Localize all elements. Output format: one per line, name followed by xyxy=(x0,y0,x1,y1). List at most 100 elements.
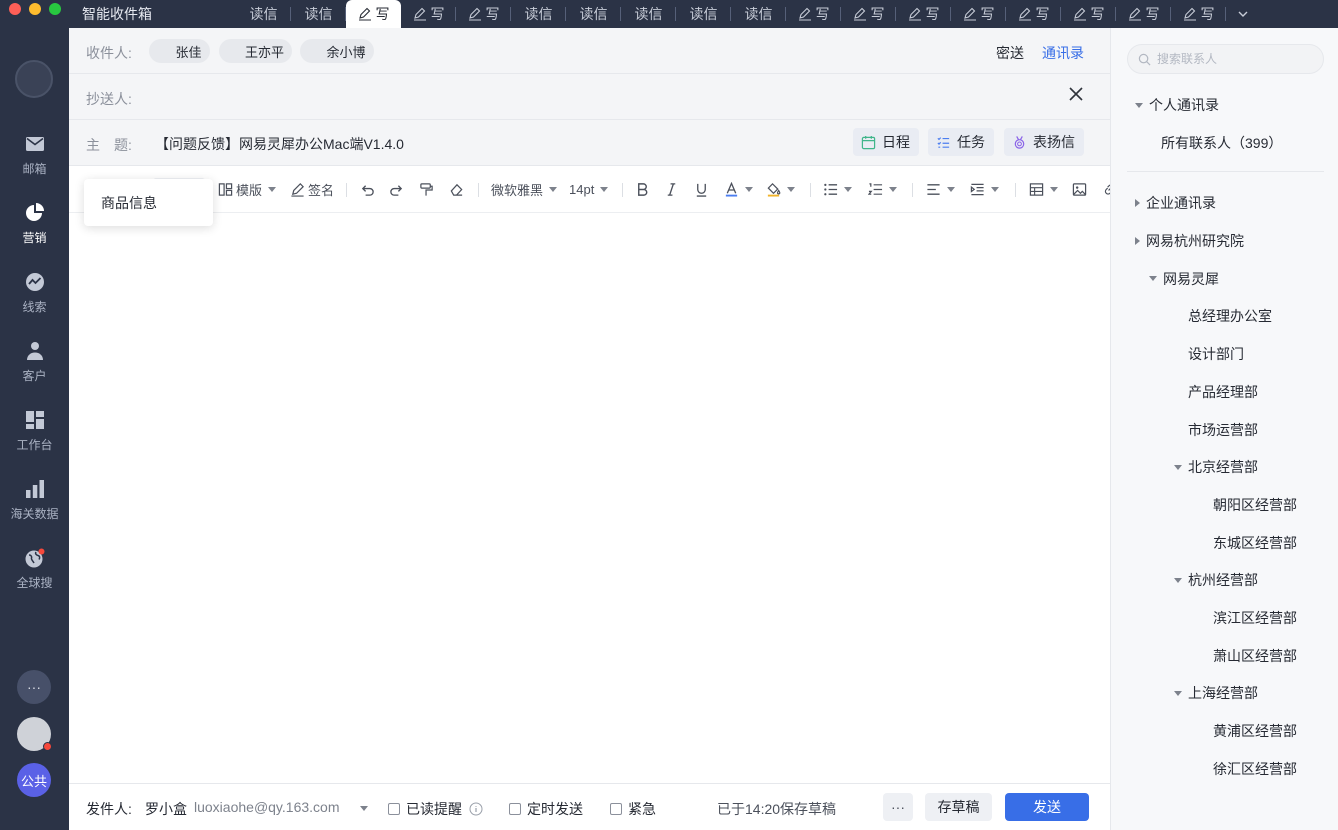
nav-item-globe[interactable]: 全球搜 xyxy=(0,547,69,603)
contact-tree-node[interactable]: 滨江区经营部 xyxy=(1213,608,1297,628)
recipient-chip[interactable]: 余小博 xyxy=(300,39,374,63)
account-avatar[interactable] xyxy=(15,60,53,98)
contact-tree-node[interactable]: 设计部门 xyxy=(1188,344,1244,364)
contact-search-input[interactable] xyxy=(1157,52,1317,66)
scheduled-send-option[interactable]: 定时发送 xyxy=(509,799,583,819)
read-receipt-option[interactable]: 已读提醒 xyxy=(388,799,483,819)
tab-compose[interactable]: 写 xyxy=(1061,0,1116,28)
tab-read[interactable]: 读信 xyxy=(511,0,566,28)
italic-button[interactable] xyxy=(664,178,679,200)
tab-read[interactable]: 读信 xyxy=(236,0,291,28)
tab-label: 写 xyxy=(1200,6,1215,22)
nav-item-bar-chart[interactable]: 海关数据 xyxy=(0,478,69,534)
tab-read[interactable]: 读信 xyxy=(566,0,621,28)
nav-item-mail[interactable]: 邮箱 xyxy=(0,133,69,189)
bullet-list-button[interactable] xyxy=(823,178,852,200)
undo-button[interactable] xyxy=(360,178,375,200)
recipient-chip[interactable]: 张佳 xyxy=(149,39,210,63)
nav-item-trend[interactable]: 线索 xyxy=(0,271,69,327)
tab-read[interactable]: 读信 xyxy=(621,0,676,28)
contact-tree-node[interactable]: 北京经营部 xyxy=(1174,457,1258,477)
contact-tree-node[interactable]: 上海经营部 xyxy=(1174,683,1258,703)
bcc-link[interactable]: 密送 xyxy=(996,43,1024,63)
contact-tree-node[interactable]: 网易杭州研究院 xyxy=(1135,231,1244,251)
contact-tree-node[interactable]: 萧山区经营部 xyxy=(1213,646,1297,666)
app-title[interactable]: 智能收件箱 xyxy=(82,4,152,24)
address-book-link[interactable]: 通讯录 xyxy=(1042,43,1084,63)
tab-compose[interactable]: 写 xyxy=(1006,0,1061,28)
urgent-option[interactable]: 紧急 xyxy=(610,799,656,819)
contact-tree-node[interactable]: 产品经理部 xyxy=(1188,382,1258,402)
minimize-window-button[interactable] xyxy=(29,3,41,15)
signature-button[interactable]: 签名 xyxy=(290,178,334,200)
bold-button[interactable] xyxy=(635,178,650,200)
tab-compose[interactable]: 写 xyxy=(786,0,841,28)
tab-compose[interactable]: 写 xyxy=(1116,0,1171,28)
menu-item-product-info[interactable]: 商品信息 xyxy=(101,193,157,213)
scheduled-send-checkbox[interactable] xyxy=(509,803,521,815)
nav-item-customer[interactable]: 客户 xyxy=(0,340,69,396)
format-painter-button[interactable] xyxy=(419,178,434,200)
save-draft-button[interactable]: 存草稿 xyxy=(925,793,992,821)
enterprise-contacts-group[interactable]: 企业通讯录 xyxy=(1135,193,1216,213)
font-size-select[interactable]: 14pt xyxy=(569,178,609,200)
underline-button[interactable] xyxy=(694,178,709,200)
tab-compose[interactable]: 写 xyxy=(951,0,1006,28)
close-icon[interactable] xyxy=(1068,86,1084,102)
recipient-chip[interactable]: 王亦平 xyxy=(219,39,292,63)
redo-button[interactable] xyxy=(389,178,404,200)
schedule-button[interactable]: 日程 xyxy=(853,128,919,156)
nav-more-button[interactable]: ··· xyxy=(17,670,51,704)
align-button[interactable] xyxy=(926,178,955,200)
zoom-window-button[interactable] xyxy=(49,3,61,15)
numbered-list-button[interactable] xyxy=(868,178,897,200)
tab-compose[interactable]: 写 xyxy=(456,0,511,28)
contact-tree-node[interactable]: 总经理办公室 xyxy=(1188,306,1272,326)
footer-more-button[interactable]: ··· xyxy=(883,793,913,821)
font-family-select[interactable]: 微软雅黑 xyxy=(491,178,558,200)
contact-tree-node[interactable]: 朝阳区经营部 xyxy=(1213,495,1297,515)
public-mailbox-button[interactable]: 公共 xyxy=(17,763,51,797)
contact-tree-node[interactable]: 杭州经营部 xyxy=(1174,570,1258,590)
contact-search[interactable] xyxy=(1127,44,1324,74)
font-color-button[interactable] xyxy=(724,178,753,200)
tab-read[interactable]: 读信 xyxy=(731,0,786,28)
tab-compose[interactable]: 写 xyxy=(401,0,456,28)
contact-tree-node[interactable]: 网易灵犀 xyxy=(1149,269,1219,289)
send-button[interactable]: 发送 xyxy=(1005,793,1089,821)
urgent-checkbox[interactable] xyxy=(610,803,622,815)
all-contacts-item[interactable]: 所有联系人（399） xyxy=(1161,133,1282,153)
sender-email[interactable]: luoxiaohe@qy.163.com xyxy=(194,799,339,815)
sender-dropdown[interactable] xyxy=(354,797,368,819)
insert-image-button[interactable] xyxy=(1072,178,1087,200)
contact-tree-node[interactable]: 东城区经营部 xyxy=(1213,533,1297,553)
template-button[interactable]: 模版 xyxy=(218,178,277,200)
indent-button[interactable] xyxy=(970,178,999,200)
contact-tree-node[interactable]: 市场运营部 xyxy=(1188,420,1258,440)
subject-input[interactable]: 【问题反馈】网易灵犀办公Mac端V1.4.0 xyxy=(155,134,404,154)
cc-row[interactable]: 抄送人: xyxy=(69,74,1110,120)
info-icon[interactable] xyxy=(469,802,483,816)
nav-item-workbench[interactable]: 工作台 xyxy=(0,409,69,465)
tab-compose[interactable]: 写 xyxy=(1171,0,1226,28)
tab-compose[interactable]: 写 xyxy=(346,0,401,28)
sender-name[interactable]: 罗小盒 xyxy=(145,799,187,819)
chevron-down-icon xyxy=(1135,102,1143,108)
contact-tree-node[interactable]: 黄浦区经营部 xyxy=(1213,721,1297,741)
personal-contacts-group[interactable]: 个人通讯录 xyxy=(1135,95,1219,115)
clear-format-button[interactable] xyxy=(449,178,464,200)
read-receipt-checkbox[interactable] xyxy=(388,803,400,815)
table-button[interactable] xyxy=(1029,178,1058,200)
tab-read[interactable]: 读信 xyxy=(676,0,731,28)
nav-item-pie-chart[interactable]: 营销 xyxy=(0,202,69,258)
task-button[interactable]: 任务 xyxy=(928,128,994,156)
tab-read[interactable]: 读信 xyxy=(291,0,346,28)
contact-tree-node[interactable]: 徐汇区经营部 xyxy=(1213,759,1297,779)
tab-compose[interactable]: 写 xyxy=(896,0,951,28)
tab-compose[interactable]: 写 xyxy=(841,0,896,28)
praise-letter-button[interactable]: 表扬信 xyxy=(1004,128,1084,156)
editor-body[interactable] xyxy=(69,213,1110,783)
highlight-color-button[interactable] xyxy=(766,178,795,200)
close-window-button[interactable] xyxy=(9,3,21,15)
tab-overflow-button[interactable] xyxy=(1226,0,1260,28)
